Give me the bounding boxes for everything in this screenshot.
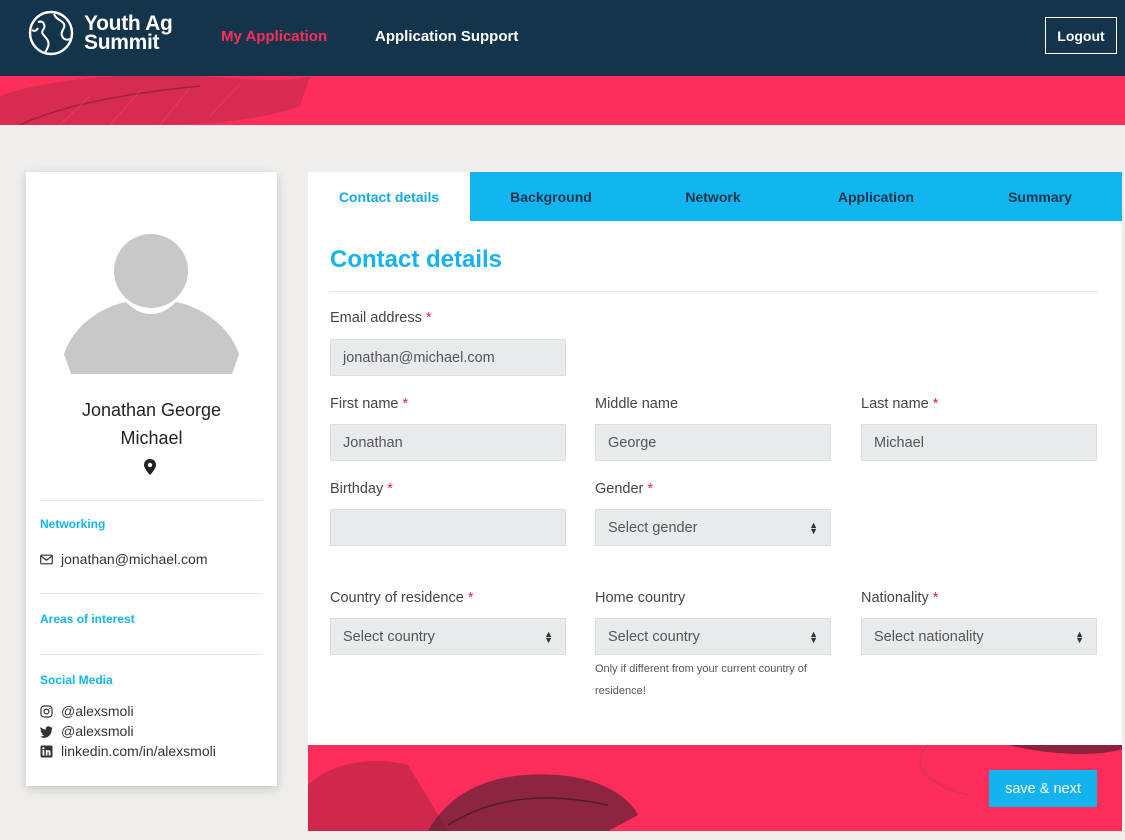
mail-icon <box>40 554 53 564</box>
first-name-label-text: First name <box>330 396 399 412</box>
tab-background[interactable]: Background <box>470 172 632 221</box>
nationality-select[interactable]: Select nationality ▲ ▼ <box>861 618 1097 655</box>
globe-icon <box>28 10 74 56</box>
areas-of-interest-label: Areas of interest <box>40 612 135 626</box>
social-media-label: Social Media <box>40 673 113 687</box>
avatar <box>64 234 239 374</box>
twitter-text: @alexsmoli <box>61 723 134 739</box>
profile-email-text: jonathan@michael.com <box>61 551 208 567</box>
home-country-select[interactable]: Select country ▲ ▼ <box>595 618 831 655</box>
instagram-handle[interactable]: @alexsmoli <box>40 703 134 719</box>
twitter-handle[interactable]: @alexsmoli <box>40 723 134 739</box>
country-of-residence-select[interactable]: Select country ▲ ▼ <box>330 618 566 655</box>
application-form-card: Contact details Background Network Appli… <box>308 172 1122 745</box>
required-marker: * <box>402 396 409 412</box>
home-country-value: Select country <box>608 628 700 645</box>
last-name-label: Last name * <box>861 396 938 412</box>
profile-email: jonathan@michael.com <box>40 551 208 567</box>
required-marker: * <box>932 590 939 606</box>
email-label: Email address * <box>330 310 432 326</box>
instagram-icon <box>40 704 53 718</box>
birthday-field[interactable] <box>330 509 566 546</box>
heading-divider <box>330 291 1098 292</box>
nav-application-support[interactable]: Application Support <box>375 28 518 45</box>
location-pin-icon <box>144 459 156 475</box>
leaf-decoration <box>0 76 310 125</box>
select-arrows-icon: ▲ ▼ <box>544 628 553 645</box>
header-banner <box>0 76 1125 125</box>
select-arrows-icon: ▲ ▼ <box>809 628 818 645</box>
country-of-residence-label-text: Country of residence <box>330 590 464 606</box>
select-arrows-icon: ▲ ▼ <box>809 519 818 536</box>
tab-network[interactable]: Network <box>632 172 794 221</box>
save-and-next-button[interactable]: save & next <box>989 770 1097 807</box>
required-marker: * <box>467 590 474 606</box>
divider <box>40 593 262 594</box>
nationality-label-text: Nationality <box>861 590 929 606</box>
logo[interactable]: Youth Ag Summit <box>26 8 173 58</box>
last-name-field[interactable]: Michael <box>861 424 1097 461</box>
middle-name-label: Middle name <box>595 396 679 412</box>
tab-summary[interactable]: Summary <box>958 172 1122 221</box>
logo-line-2: Summit <box>84 31 160 54</box>
required-marker: * <box>425 310 432 326</box>
country-of-residence-value: Select country <box>343 628 435 645</box>
linkedin-icon <box>40 745 53 757</box>
middle-name-field[interactable]: George <box>595 424 831 461</box>
form-heading: Contact details <box>330 246 503 273</box>
tab-contact-details[interactable]: Contact details <box>308 172 470 221</box>
first-name-label: First name * <box>330 396 408 412</box>
divider <box>40 654 262 655</box>
nav-my-application[interactable]: My Application <box>221 28 327 45</box>
required-marker: * <box>647 481 654 497</box>
tab-application[interactable]: Application <box>794 172 958 221</box>
profile-card: Jonathan George Michael Networking jonat… <box>26 172 277 786</box>
birthday-label-text: Birthday <box>330 481 384 497</box>
email-label-text: Email address <box>330 310 422 326</box>
select-arrows-icon: ▲ ▼ <box>1075 628 1084 645</box>
logout-button[interactable]: Logout <box>1045 17 1117 54</box>
nationality-value: Select nationality <box>874 628 984 645</box>
home-country-label: Home country <box>595 590 686 606</box>
email-field[interactable]: jonathan@michael.com <box>330 339 566 376</box>
linkedin-profile[interactable]: linkedin.com/in/alexsmoli <box>40 743 216 759</box>
step-tabs: Contact details Background Network Appli… <box>308 172 1122 221</box>
top-navbar: Youth Ag Summit My Application Applicati… <box>0 0 1125 76</box>
linkedin-text: linkedin.com/in/alexsmoli <box>61 743 216 759</box>
country-of-residence-label: Country of residence * <box>330 590 473 606</box>
twitter-icon <box>40 725 53 738</box>
gender-label-text: Gender <box>595 481 644 497</box>
first-name-field[interactable]: Jonathan <box>330 424 566 461</box>
gender-select-value: Select gender <box>608 519 698 536</box>
required-marker: * <box>932 396 939 412</box>
nationality-label: Nationality * <box>861 590 938 606</box>
form-footer: save & next <box>308 745 1122 831</box>
birthday-label: Birthday * <box>330 481 393 497</box>
profile-name-line-1: Jonathan George <box>81 400 222 420</box>
divider <box>40 500 262 501</box>
networking-label: Networking <box>40 517 106 531</box>
instagram-text: @alexsmoli <box>61 703 134 719</box>
profile-name-line-2: Michael <box>120 428 183 448</box>
gender-select[interactable]: Select gender ▲ ▼ <box>595 509 831 546</box>
last-name-label-text: Last name <box>861 396 929 412</box>
logo-text: Youth Ag Summit <box>84 13 173 54</box>
home-country-hint: Only if different from your current coun… <box>595 663 807 697</box>
profile-name: Jonathan George Michael <box>26 396 277 452</box>
gender-label: Gender * <box>595 481 653 497</box>
required-marker: * <box>387 481 393 497</box>
